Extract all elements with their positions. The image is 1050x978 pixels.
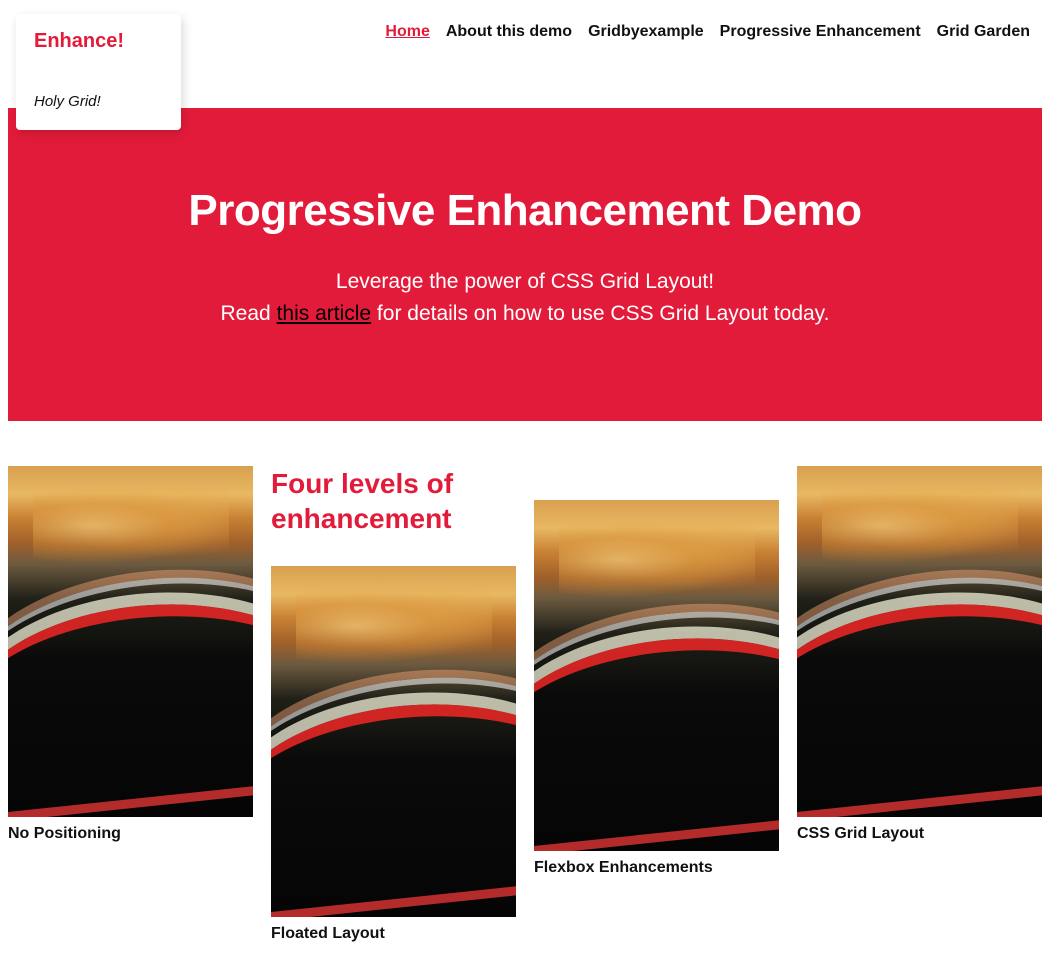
hero-banner: Progressive Enhancement Demo Leverage th… [8, 108, 1042, 421]
card-title: No Positioning [8, 825, 253, 843]
card-image [271, 566, 516, 917]
card-css-grid[interactable]: CSS Grid Layout [797, 466, 1042, 843]
enhancement-cards: No Positioning Four levels of enhancemen… [0, 421, 1050, 963]
nav-progressive-enhancement[interactable]: Progressive Enhancement [720, 23, 921, 41]
section-heading: Four levels of enhancement [271, 466, 516, 536]
callout-subtitle: Holy Grid! [34, 93, 163, 110]
hero-line2-prefix: Read [221, 302, 277, 325]
nav-home[interactable]: Home [385, 23, 429, 41]
card-floated-layout[interactable]: Four levels of enhancement Floated Layou… [271, 466, 516, 943]
card-title: Floated Layout [271, 925, 516, 943]
card-image [534, 500, 779, 851]
hero-line1: Leverage the power of CSS Grid Layout! [38, 266, 1012, 298]
hero-line2-suffix: for details on how to use CSS Grid Layou… [371, 302, 829, 325]
hero-line2: Read this article for details on how to … [38, 298, 1012, 330]
card-flexbox[interactable]: Flexbox Enhancements [534, 500, 779, 877]
card-title: CSS Grid Layout [797, 825, 1042, 843]
card-title: Flexbox Enhancements [534, 859, 779, 877]
nav-grid-garden[interactable]: Grid Garden [937, 23, 1030, 41]
card-no-positioning[interactable]: No Positioning [8, 466, 253, 843]
enhance-callout: Enhance! Holy Grid! [16, 14, 181, 130]
hero-title: Progressive Enhancement Demo [38, 186, 1012, 236]
nav-about[interactable]: About this demo [446, 23, 572, 41]
nav-gridbyexample[interactable]: Gridbyexample [588, 23, 704, 41]
primary-nav: Home About this demo Gridbyexample Progr… [385, 23, 1030, 41]
card-image [797, 466, 1042, 817]
card-image [8, 466, 253, 817]
callout-title: Enhance! [34, 30, 163, 53]
hero-article-link[interactable]: this article [277, 302, 372, 325]
section-intro: Four levels of enhancement [271, 466, 516, 536]
